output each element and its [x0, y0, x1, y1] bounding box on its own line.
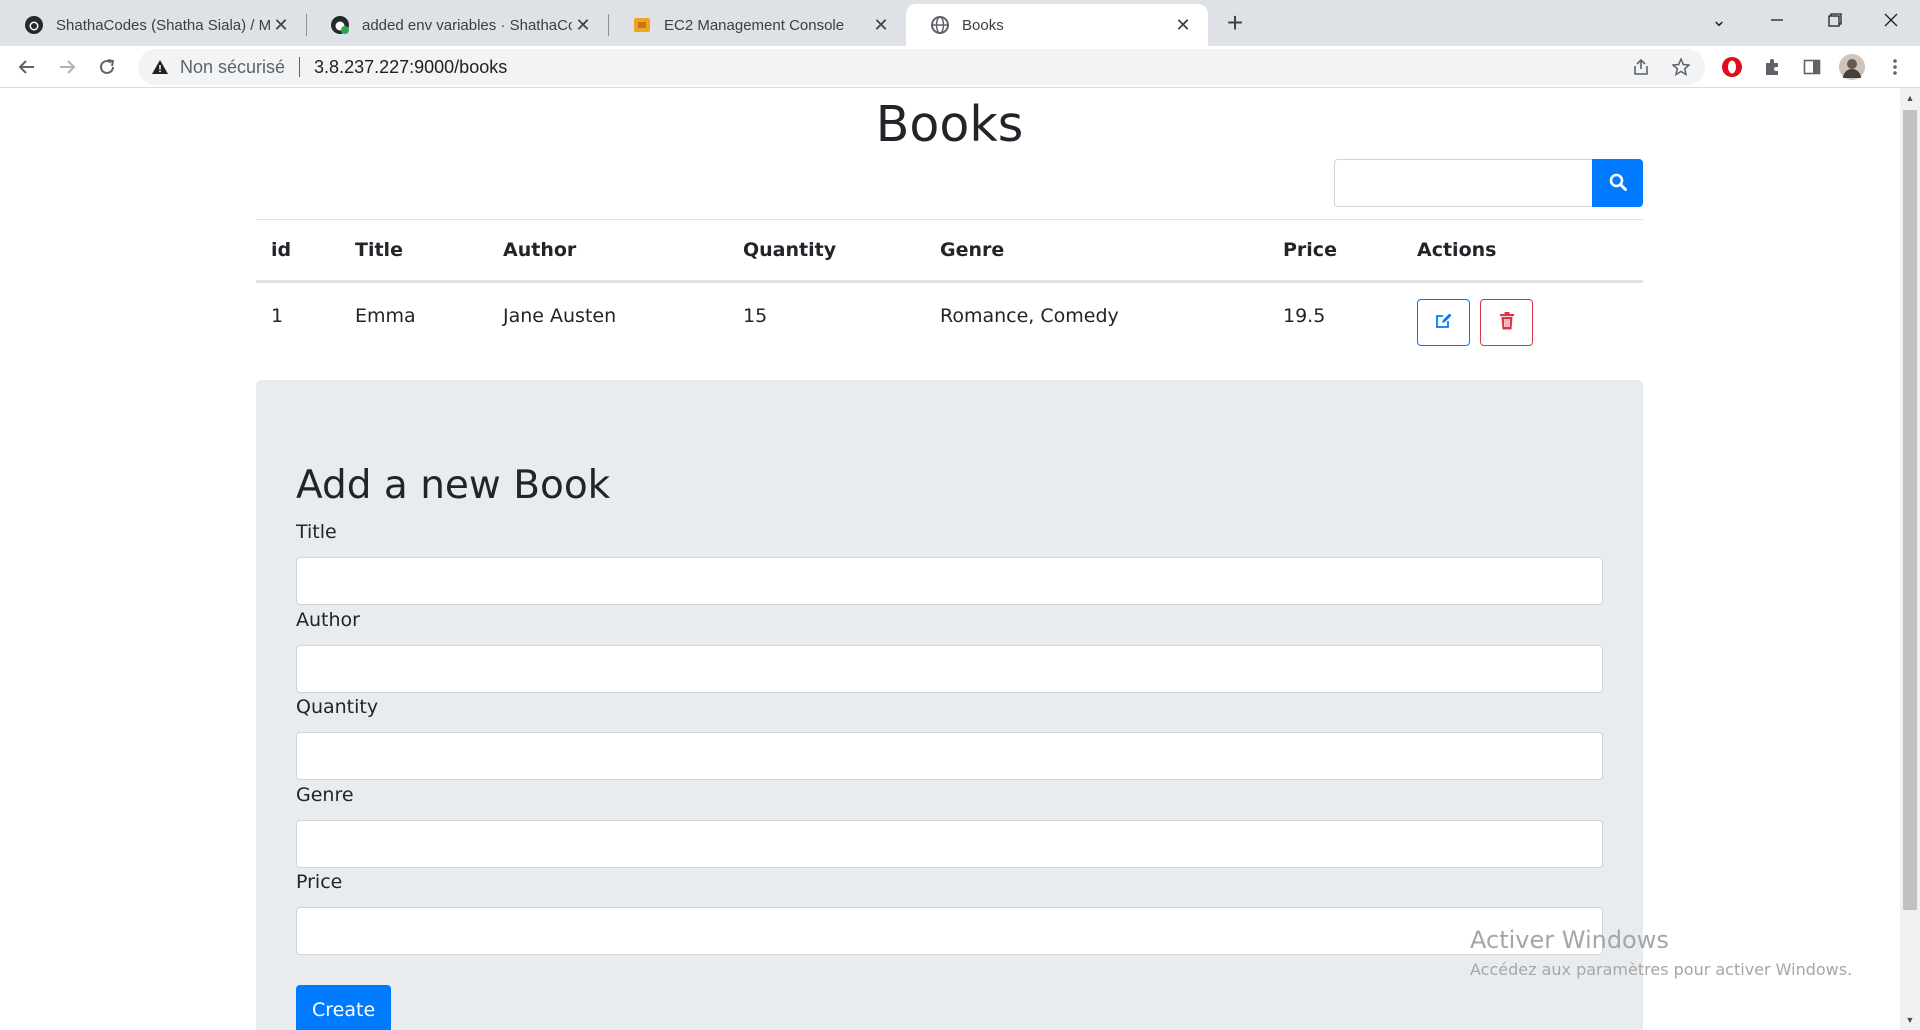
price-label: Price [296, 871, 343, 893]
tab-title: Books [962, 16, 1004, 34]
form-group-genre: Genre [296, 784, 1603, 868]
table-row: 1 Emma Jane Austen 15 Romance, Comedy 19… [256, 282, 1643, 348]
title-input[interactable] [296, 557, 1603, 605]
github-icon [24, 15, 44, 35]
share-icon[interactable] [1628, 54, 1654, 80]
column-header-actions: Actions [1402, 219, 1643, 283]
opera-extension-icon[interactable] [1719, 54, 1745, 80]
title-label: Title [296, 521, 337, 543]
github-check-icon [330, 15, 350, 35]
search-button[interactable] [1592, 159, 1643, 207]
column-header-price: Price [1268, 219, 1402, 283]
vertical-scrollbar[interactable]: ▲ ▼ [1900, 88, 1920, 1030]
close-window-icon[interactable] [1862, 0, 1920, 40]
warning-icon[interactable] [150, 60, 170, 74]
form-group-title: Title [296, 521, 1603, 605]
tab-github-commit[interactable]: added env variables · ShathaCode ✕ [306, 4, 608, 46]
tab-title: added env variables · ShathaCode [362, 16, 572, 34]
create-button[interactable]: Create [296, 985, 392, 1030]
column-header-id: id [256, 219, 340, 283]
globe-icon [930, 15, 950, 35]
form-heading: Add a new Book [296, 463, 611, 508]
genre-label: Genre [296, 784, 354, 806]
scrollbar-thumb[interactable] [1903, 110, 1917, 910]
divider [299, 57, 301, 77]
trash-icon [1499, 312, 1515, 333]
back-icon[interactable] [10, 50, 44, 84]
aws-icon [632, 15, 652, 35]
close-tab-icon[interactable]: ✕ [870, 14, 892, 36]
tab-github-profile[interactable]: ShathaCodes (Shatha Siala) / Ma ✕ [0, 4, 306, 46]
column-header-genre: Genre [925, 219, 1268, 283]
cell-price: 19.5 [1283, 305, 1326, 327]
cell-title: Emma [355, 305, 416, 327]
new-tab-button[interactable]: + [1218, 6, 1252, 40]
genre-input[interactable] [296, 820, 1603, 868]
cell-id: 1 [271, 305, 284, 327]
extensions-icon[interactable] [1759, 54, 1785, 80]
address-bar[interactable]: Non sécurisé 3.8.237.227:9000/books [138, 49, 1705, 85]
column-header-author: Author [488, 219, 728, 283]
close-tab-icon[interactable]: ✕ [1172, 14, 1194, 36]
add-book-panel: Add a new Book Title Author Quantity Gen… [256, 380, 1643, 1030]
url-text[interactable]: 3.8.237.227:9000/books [314, 57, 507, 78]
form-group-quantity: Quantity [296, 696, 1603, 780]
cell-actions [1402, 282, 1643, 348]
browser-toolbar: Non sécurisé 3.8.237.227:9000/books [0, 46, 1920, 88]
search-icon [1608, 172, 1628, 195]
column-header-quantity: Quantity [728, 219, 925, 283]
profile-avatar[interactable] [1839, 54, 1865, 80]
tab-strip: ShathaCodes (Shatha Siala) / Ma ✕ added … [0, 0, 1920, 46]
form-group-author: Author [296, 609, 1603, 693]
watermark-title: Activer Windows [1470, 926, 1669, 954]
cell-genre: Romance, Comedy [940, 305, 1119, 327]
cell-author: Jane Austen [503, 305, 617, 327]
page-viewport: Books id Title Author Quantity Genre Pri… [0, 88, 1900, 1030]
tab-books[interactable]: Books ✕ [906, 4, 1208, 46]
close-tab-icon[interactable]: ✕ [572, 14, 594, 36]
tab-ec2-console[interactable]: EC2 Management Console ✕ [608, 4, 906, 46]
windows-activation-watermark: Activer Windows Accédez aux paramètres p… [1470, 926, 1852, 979]
edit-icon [1435, 312, 1453, 333]
minimize-icon[interactable] [1748, 0, 1806, 40]
tab-search-icon[interactable]: ⌄ [1690, 0, 1748, 40]
security-label[interactable]: Non sécurisé [180, 57, 285, 78]
tab-title: EC2 Management Console [664, 16, 845, 34]
side-panel-icon[interactable] [1799, 54, 1825, 80]
restore-icon[interactable] [1806, 0, 1864, 40]
form-group-price: Price [296, 871, 1603, 955]
author-label: Author [296, 609, 360, 631]
search-input[interactable] [1334, 159, 1592, 207]
price-input[interactable] [296, 907, 1603, 955]
edit-button[interactable] [1417, 299, 1470, 346]
books-table: id Title Author Quantity Genre Price Act… [256, 219, 1643, 348]
watermark-subtitle: Accédez aux paramètres pour activer Wind… [1470, 960, 1853, 979]
forward-icon[interactable] [50, 50, 84, 84]
column-header-title: Title [340, 219, 488, 283]
cell-quantity: 15 [743, 305, 768, 327]
scroll-up-arrow-icon[interactable]: ▲ [1900, 88, 1920, 108]
author-input[interactable] [296, 645, 1603, 693]
quantity-label: Quantity [296, 696, 379, 718]
search-form [1334, 159, 1643, 207]
star-icon[interactable] [1668, 54, 1694, 80]
scroll-down-arrow-icon[interactable]: ▼ [1900, 1010, 1920, 1030]
tab-title: ShathaCodes (Shatha Siala) / Ma [56, 16, 270, 34]
delete-button[interactable] [1480, 299, 1534, 346]
menu-kebab-icon[interactable] [1882, 54, 1908, 80]
page-title: Books [875, 96, 1024, 153]
main-container: Books id Title Author Quantity Genre Pri… [256, 88, 1643, 1030]
close-tab-icon[interactable]: ✕ [270, 14, 292, 36]
quantity-input[interactable] [296, 732, 1603, 780]
table-header-row: id Title Author Quantity Genre Price Act… [256, 219, 1643, 283]
reload-icon[interactable] [90, 50, 124, 84]
